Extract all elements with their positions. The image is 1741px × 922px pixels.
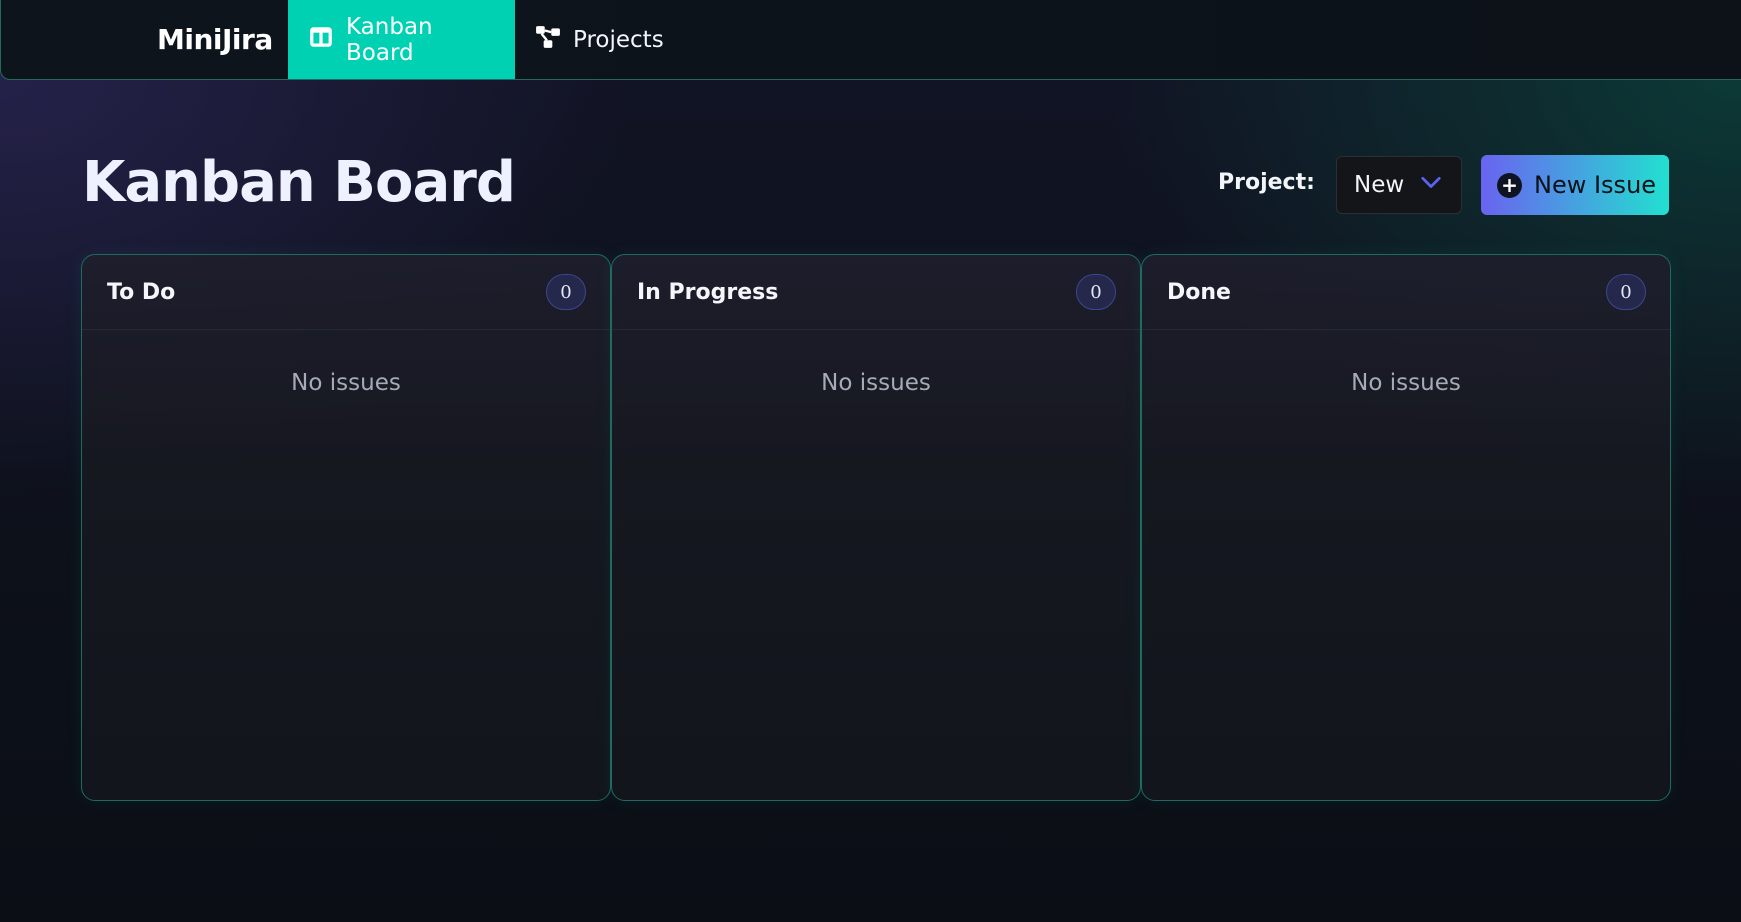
- nav-item-label: Kanban Board: [346, 13, 433, 66]
- project-label: Project:: [1218, 170, 1315, 195]
- nav-item-projects[interactable]: Projects: [515, 0, 684, 79]
- plus-circle-icon: +: [1497, 172, 1522, 198]
- column-count-badge: 0: [1606, 274, 1646, 310]
- column-in-progress[interactable]: In Progress 0 No issues: [611, 254, 1141, 801]
- column-to-do[interactable]: To Do 0 No issues: [81, 254, 611, 801]
- top-navbar: MiniJira Kanban Board Projects: [0, 0, 1741, 80]
- column-title: Done: [1167, 279, 1231, 305]
- column-empty-text: No issues: [291, 370, 401, 396]
- chevron-down-icon: [1420, 171, 1442, 199]
- column-done[interactable]: Done 0 No issues: [1141, 254, 1671, 801]
- page-title: Kanban Board: [82, 150, 516, 215]
- column-header: In Progress 0: [612, 255, 1140, 330]
- nav-item-label: Projects: [573, 26, 664, 53]
- column-count-badge: 0: [546, 274, 586, 310]
- nav-item-kanban-board[interactable]: Kanban Board: [288, 0, 515, 79]
- columns-icon: [308, 24, 334, 56]
- new-issue-label: New Issue: [1534, 171, 1657, 199]
- column-title: To Do: [107, 279, 176, 305]
- column-empty-text: No issues: [1351, 370, 1461, 396]
- column-header: To Do 0: [82, 255, 610, 330]
- column-header: Done 0: [1142, 255, 1670, 330]
- column-empty-text: No issues: [821, 370, 931, 396]
- new-issue-button[interactable]: + New Issue: [1481, 155, 1669, 215]
- project-select-value: New: [1354, 172, 1405, 198]
- kanban-board: To Do 0 No issues In Progress 0 No issue…: [81, 254, 1671, 801]
- column-count-badge: 0: [1076, 274, 1116, 310]
- brand-logo[interactable]: MiniJira: [157, 0, 288, 79]
- project-select[interactable]: New: [1336, 156, 1462, 214]
- sitemap-icon: [535, 24, 561, 56]
- column-title: In Progress: [637, 279, 779, 305]
